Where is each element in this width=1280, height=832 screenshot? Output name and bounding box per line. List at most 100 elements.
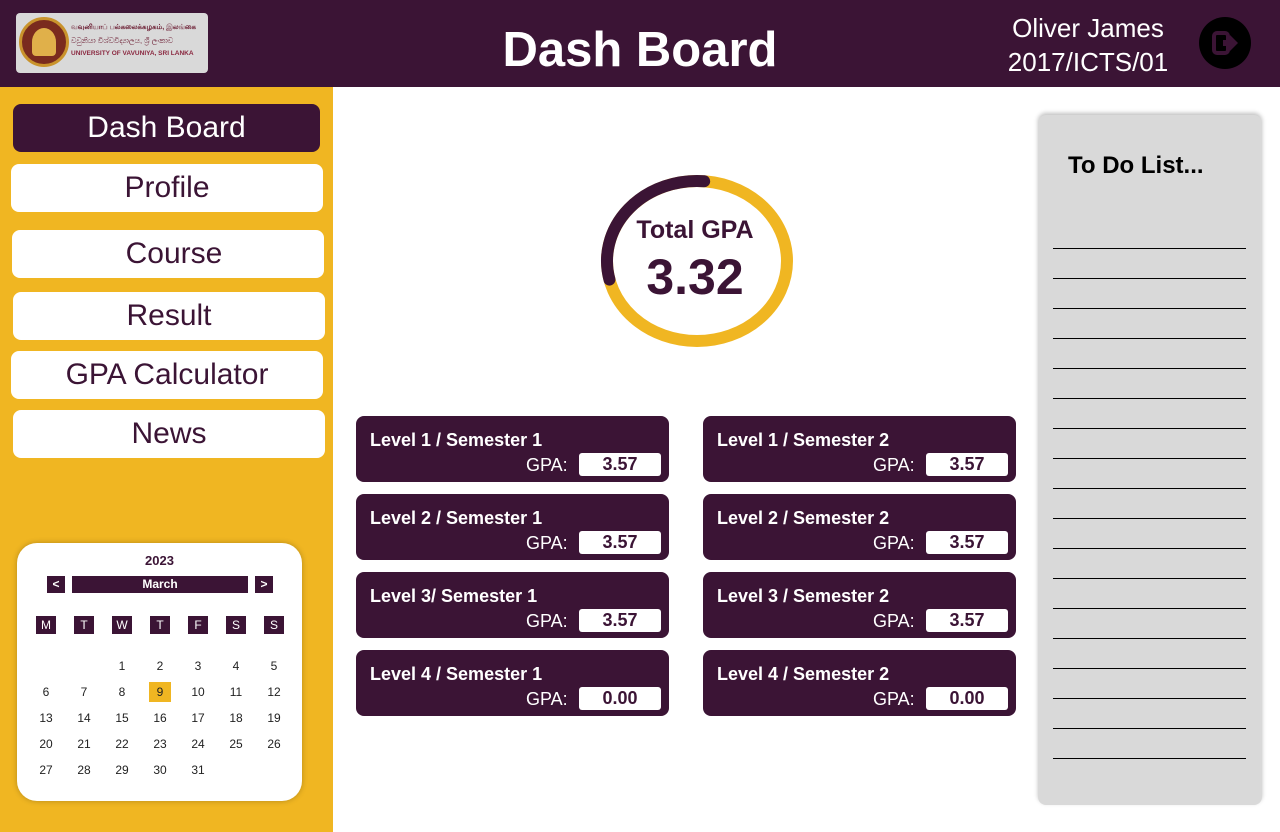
semester-gpa-label: GPA: [526, 455, 568, 475]
user-name: Oliver James [1012, 13, 1164, 43]
semester-gpa-value: 3.57 [579, 609, 661, 632]
calendar-day[interactable]: 30 [149, 760, 171, 780]
calendar-day[interactable]: 2 [149, 656, 171, 676]
top-header: வவுனியாப் பல்கலைக்கழகம், இலங்கை වවුනියා … [0, 0, 1280, 87]
calendar-day[interactable]: 17 [187, 708, 209, 728]
university-logo[interactable]: வவுனியாப் பல்கலைக்கழகம், இலங்கை වවුනියා … [16, 13, 208, 73]
calendar-day[interactable]: 19 [263, 708, 285, 728]
sidebar-item-profile[interactable]: Profile [11, 164, 323, 212]
semester-card[interactable]: Level 1 / Semester 2 GPA: 3.57 [703, 416, 1016, 482]
todo-list-line[interactable] [1053, 728, 1246, 729]
calendar-day[interactable]: 23 [149, 734, 171, 754]
calendar-day[interactable]: 25 [225, 734, 247, 754]
semester-title: Level 4 / Semester 1 [370, 664, 543, 684]
semester-title: Level 2 / Semester 1 [370, 508, 543, 528]
semester-card[interactable]: Level 2 / Semester 1 GPA: 3.57 [356, 494, 669, 560]
todo-list-line[interactable] [1053, 428, 1246, 429]
todo-list-line[interactable] [1053, 488, 1246, 489]
semester-gpa-value: 3.57 [926, 609, 1008, 632]
calendar-day[interactable]: 11 [225, 682, 247, 702]
semester-gpa-value: 0.00 [579, 687, 661, 710]
page-title: Dash Board [502, 23, 778, 77]
calendar-weekday: M [36, 616, 56, 634]
calendar-month: March [72, 576, 248, 593]
calendar-day[interactable]: 24 [187, 734, 209, 754]
logout-button[interactable] [1199, 17, 1251, 69]
calendar-day[interactable]: 15 [111, 708, 133, 728]
todo-list-line[interactable] [1053, 638, 1246, 639]
calendar-day[interactable]: 4 [225, 656, 247, 676]
semester-card[interactable]: Level 2 / Semester 2 GPA: 3.57 [703, 494, 1016, 560]
sidebar-item-gpa-calculator[interactable]: GPA Calculator [11, 351, 323, 399]
semester-gpa-label: GPA: [873, 689, 915, 709]
todo-list-line[interactable] [1053, 248, 1246, 249]
calendar-day[interactable]: 18 [225, 708, 247, 728]
calendar-weekday: S [264, 616, 284, 634]
logo-text-english: UNIVERSITY OF VAVUNIYA, SRI LANKA [71, 50, 194, 57]
calendar-day[interactable]: 3 [187, 656, 209, 676]
semester-title: Level 3/ Semester 1 [370, 586, 538, 606]
calendar-day[interactable]: 13 [35, 708, 57, 728]
calendar-weekday: W [112, 616, 132, 634]
todo-list-line[interactable] [1053, 608, 1246, 609]
semester-gpa-value: 0.00 [926, 687, 1008, 710]
calendar-day[interactable]: 28 [73, 760, 95, 780]
semester-title: Level 3 / Semester 2 [717, 586, 890, 606]
calendar-day[interactable]: 14 [73, 708, 95, 728]
todo-list-line[interactable] [1053, 698, 1246, 699]
calendar-day[interactable]: 20 [35, 734, 57, 754]
sidebar-item-news[interactable]: News [13, 410, 325, 458]
todo-list-line[interactable] [1053, 338, 1246, 339]
semester-gpa-label: GPA: [873, 455, 915, 475]
calendar-day[interactable]: 27 [35, 760, 57, 780]
semester-title: Level 1 / Semester 2 [717, 430, 890, 450]
calendar-day[interactable]: 16 [149, 708, 171, 728]
todo-list-title: To Do List... [1068, 152, 1204, 179]
todo-list-line[interactable] [1053, 668, 1246, 669]
calendar-year: 2023 [145, 553, 174, 568]
calendar-prev-button[interactable]: < [47, 576, 65, 593]
logo-text-tamil: வவுனியாப் பல்கலைக்கழகம், இலங்கை [71, 24, 196, 31]
sidebar-item-result[interactable]: Result [13, 292, 325, 340]
semester-gpa-value: 3.57 [579, 453, 661, 476]
semester-gpa-label: GPA: [526, 611, 568, 631]
calendar-day[interactable]: 21 [73, 734, 95, 754]
todo-list-line[interactable] [1053, 458, 1246, 459]
todo-list-line[interactable] [1053, 368, 1246, 369]
calendar-weekday: T [150, 616, 170, 634]
semester-gpa-label: GPA: [526, 533, 568, 553]
calendar-day[interactable]: 10 [187, 682, 209, 702]
semester-card[interactable]: Level 1 / Semester 1 GPA: 3.57 [356, 416, 669, 482]
university-seal-icon [19, 17, 69, 67]
todo-list-line[interactable] [1053, 308, 1246, 309]
semester-card[interactable]: Level 4 / Semester 1 GPA: 0.00 [356, 650, 669, 716]
sidebar-item-course[interactable]: Course [12, 230, 324, 278]
calendar-day[interactable]: 6 [35, 682, 57, 702]
calendar-day[interactable]: 26 [263, 734, 285, 754]
semester-title: Level 1 / Semester 1 [370, 430, 543, 450]
calendar-day[interactable]: 5 [263, 656, 285, 676]
todo-list-line[interactable] [1053, 278, 1246, 279]
semester-gpa-label: GPA: [873, 533, 915, 553]
calendar-day[interactable]: 7 [73, 682, 95, 702]
calendar-day[interactable]: 29 [111, 760, 133, 780]
calendar-weekday: F [188, 616, 208, 634]
todo-list-line[interactable] [1053, 578, 1246, 579]
todo-list-line[interactable] [1053, 548, 1246, 549]
todo-list-line[interactable] [1053, 758, 1246, 759]
calendar-day[interactable]: 22 [111, 734, 133, 754]
calendar-weekday: T [74, 616, 94, 634]
semester-title: Level 4 / Semester 2 [717, 664, 890, 684]
todo-list-line[interactable] [1053, 398, 1246, 399]
calendar-day[interactable]: 12 [263, 682, 285, 702]
semester-card[interactable]: Level 3/ Semester 1 GPA: 3.57 [356, 572, 669, 638]
calendar-day-today[interactable]: 9 [149, 682, 171, 702]
todo-list-line[interactable] [1053, 518, 1246, 519]
semester-card[interactable]: Level 4 / Semester 2 GPA: 0.00 [703, 650, 1016, 716]
calendar-next-button[interactable]: > [255, 576, 273, 593]
calendar-day[interactable]: 1 [111, 656, 133, 676]
calendar-day[interactable]: 31 [187, 760, 209, 780]
semester-card[interactable]: Level 3 / Semester 2 GPA: 3.57 [703, 572, 1016, 638]
calendar-day[interactable]: 8 [111, 682, 133, 702]
sidebar-item-dashboard[interactable]: Dash Board [13, 104, 320, 152]
